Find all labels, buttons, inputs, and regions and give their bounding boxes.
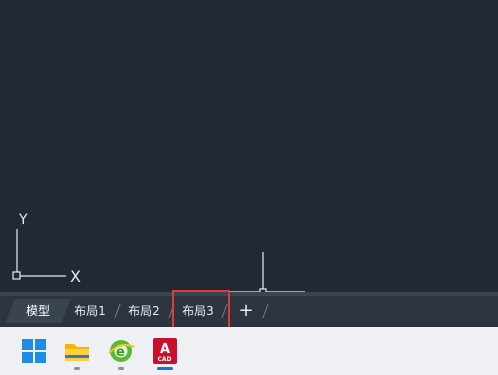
drawing-canvas[interactable]: Y X <box>0 0 498 292</box>
tab-model-label: 模型 <box>25 304 50 318</box>
running-indicator <box>74 367 80 370</box>
tab-model[interactable]: 模型 <box>10 299 66 323</box>
tab-separator <box>168 304 175 318</box>
tab-separator <box>262 304 269 318</box>
layout-tab-bar: 模型 布局1 布局2 布局3 + <box>0 296 498 327</box>
tab-layout2-label: 布局2 <box>128 304 160 318</box>
tab-layout3-label: 布局3 <box>182 304 214 318</box>
taskbar: e A CAD <box>0 327 498 375</box>
add-layout-button[interactable]: + <box>236 299 256 323</box>
ucs-x-label: X <box>70 267 81 286</box>
tab-layout1[interactable]: 布局1 <box>70 299 110 323</box>
ucs-icon <box>12 229 66 280</box>
tab-layout3[interactable]: 布局3 <box>178 299 218 323</box>
file-explorer-icon[interactable] <box>63 337 91 365</box>
crosshair-cursor <box>224 252 305 292</box>
ucs-y-label: Y <box>18 212 28 228</box>
tab-layout1-label: 布局1 <box>74 304 106 318</box>
autocad-icon[interactable]: A CAD <box>151 337 179 365</box>
browser-icon[interactable]: e <box>107 337 135 365</box>
tab-separator <box>221 304 228 318</box>
autocad-badge: CAD <box>158 356 172 363</box>
running-indicator <box>118 367 124 370</box>
active-app-indicator <box>157 367 173 370</box>
tab-separator <box>114 304 121 318</box>
windows-start-icon[interactable] <box>20 337 48 365</box>
svg-text:A: A <box>160 342 170 357</box>
tab-layout2[interactable]: 布局2 <box>124 299 164 323</box>
